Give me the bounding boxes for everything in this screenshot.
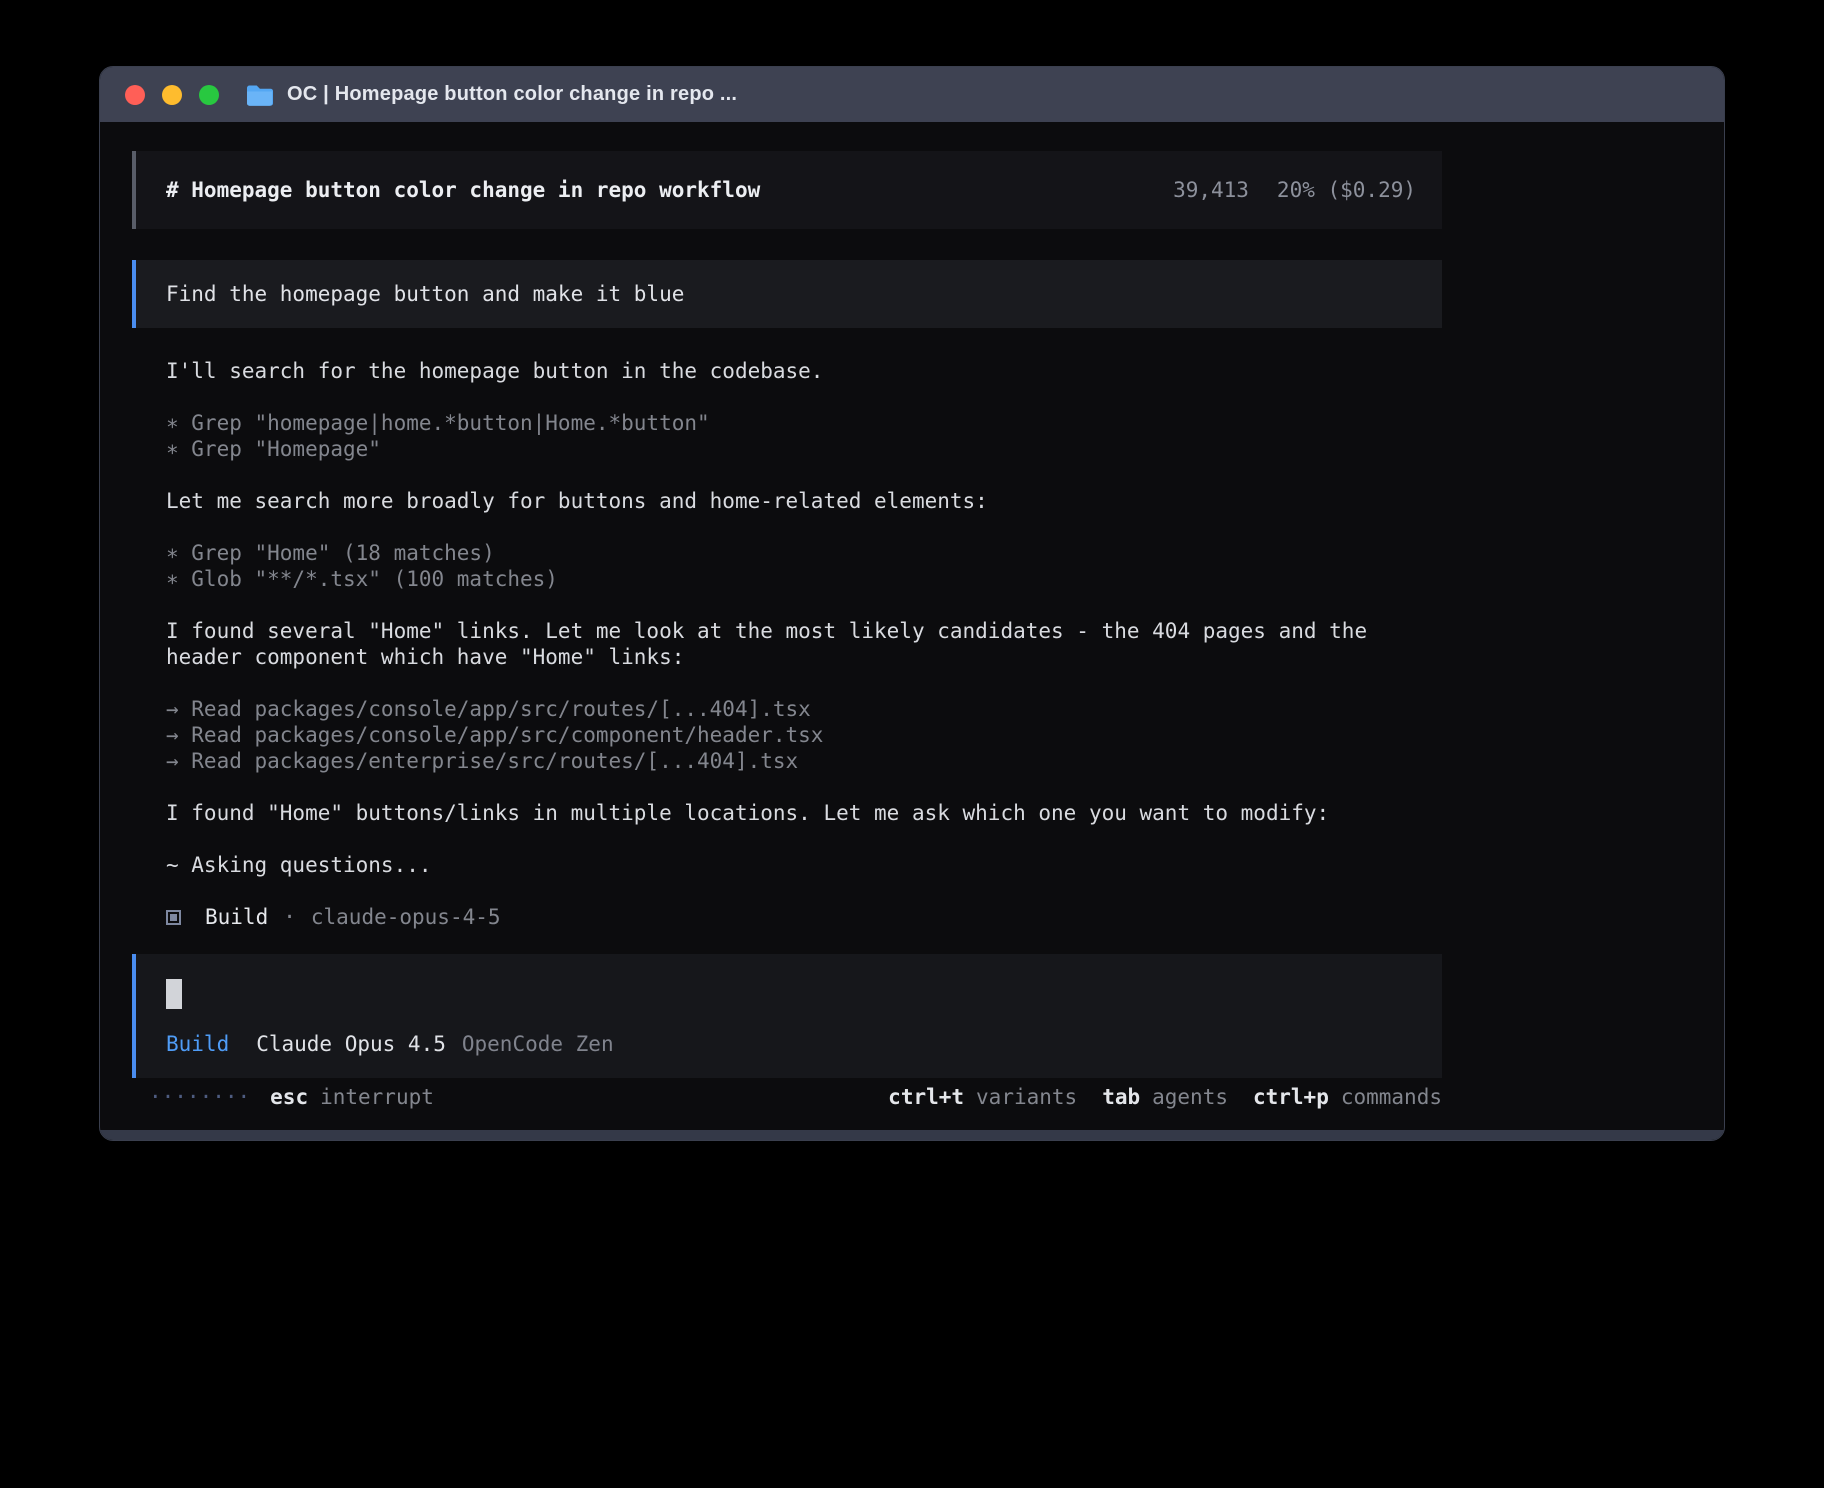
assistant-response: I'll search for the homepage button in t… bbox=[132, 358, 1442, 930]
assistant-paragraph-ask: I found "Home" buttons/links in multiple… bbox=[166, 800, 1442, 826]
agent-mode-label: Build bbox=[166, 1031, 229, 1057]
variants-hint-label: variants bbox=[976, 1085, 1077, 1109]
shortcut-hints: ctrl+t variants tab agents ctrl+p commands bbox=[888, 1084, 1442, 1110]
tool-call-group: ∗ Grep "Home" (18 matches) ∗ Glob "**/*.… bbox=[166, 540, 1442, 592]
tool-call-glob: ∗ Glob "**/*.tsx" (100 matches) bbox=[166, 566, 1442, 592]
traffic-lights bbox=[125, 85, 219, 105]
assistant-paragraph-candidates: I found several "Home" links. Let me loo… bbox=[166, 618, 1416, 670]
agent-icon bbox=[166, 910, 181, 925]
statusbar: ········ esc interrupt ctrl+t variants ta… bbox=[132, 1084, 1442, 1110]
user-message-text: Find the homepage button and make it blu… bbox=[166, 281, 684, 307]
titlebar-title-group: OC | Homepage button color change in rep… bbox=[246, 83, 737, 106]
tool-call-grep: ∗ Grep "Home" (18 matches) bbox=[166, 540, 1442, 566]
model-label: Claude Opus 4.5 bbox=[256, 1031, 446, 1057]
folder-icon bbox=[246, 84, 273, 106]
shortcut-commands: ctrl+p commands bbox=[1253, 1084, 1442, 1110]
tool-call-grep: ∗ Grep "homepage|home.*button|Home.*butt… bbox=[166, 410, 1442, 436]
commands-hint-label: commands bbox=[1341, 1085, 1442, 1109]
tool-call-grep: ∗ Grep "Homepage" bbox=[166, 436, 1442, 462]
tool-call-read: → Read packages/console/app/src/componen… bbox=[166, 722, 1442, 748]
ctrl-p-key-hint: ctrl+p bbox=[1253, 1085, 1329, 1109]
user-message: Find the homepage button and make it blu… bbox=[132, 260, 1442, 328]
tool-call-read: → Read packages/enterprise/src/routes/[.… bbox=[166, 748, 1442, 774]
terminal-content: # Homepage button color change in repo w… bbox=[100, 122, 1724, 1110]
session-title: # Homepage button color change in repo w… bbox=[166, 177, 760, 203]
zoom-button[interactable] bbox=[199, 85, 219, 105]
session-header: # Homepage button color change in repo w… bbox=[132, 151, 1442, 229]
agent-badge: Build · claude-opus-4-5 bbox=[166, 904, 1442, 930]
tab-key-hint: tab bbox=[1102, 1085, 1140, 1109]
assistant-paragraph-intro: I'll search for the homepage button in t… bbox=[166, 358, 1442, 384]
minimize-button[interactable] bbox=[162, 85, 182, 105]
titlebar[interactable]: OC | Homepage button color change in rep… bbox=[100, 67, 1724, 122]
terminal-window: OC | Homepage button color change in rep… bbox=[99, 66, 1725, 1141]
agents-hint-label: agents bbox=[1152, 1085, 1228, 1109]
close-button[interactable] bbox=[125, 85, 145, 105]
badge-separator: · bbox=[283, 904, 296, 930]
context-usage: 20% ($0.29) bbox=[1277, 177, 1416, 203]
provider-label: OpenCode Zen bbox=[462, 1031, 614, 1057]
assistant-paragraph-broaden: Let me search more broadly for buttons a… bbox=[166, 488, 1442, 514]
interrupt-hint-label: interrupt bbox=[320, 1084, 434, 1110]
shortcut-variants: ctrl+t variants bbox=[888, 1084, 1077, 1110]
token-count: 39,413 bbox=[1173, 177, 1249, 203]
status-line-asking: ~ Asking questions... bbox=[166, 852, 1442, 878]
tool-call-group: ∗ Grep "homepage|home.*button|Home.*butt… bbox=[166, 410, 1442, 462]
ctrl-t-key-hint: ctrl+t bbox=[888, 1085, 964, 1109]
tool-call-read: → Read packages/console/app/src/routes/[… bbox=[166, 696, 1442, 722]
model-row: Build Claude Opus 4.5 OpenCode Zen bbox=[166, 1031, 1416, 1057]
tool-call-group: → Read packages/console/app/src/routes/[… bbox=[166, 696, 1442, 774]
agent-model: claude-opus-4-5 bbox=[311, 904, 501, 930]
spinner-dots: ········ bbox=[149, 1084, 250, 1110]
prompt-input[interactable]: Build Claude Opus 4.5 OpenCode Zen bbox=[132, 954, 1442, 1078]
esc-key-hint: esc bbox=[270, 1084, 308, 1110]
session-metrics: 39,413 20% ($0.29) bbox=[1173, 177, 1416, 203]
agent-name: Build bbox=[205, 904, 268, 930]
window-title: OC | Homepage button color change in rep… bbox=[287, 83, 737, 106]
text-cursor bbox=[166, 979, 182, 1009]
shortcut-agents: tab agents bbox=[1102, 1084, 1228, 1110]
